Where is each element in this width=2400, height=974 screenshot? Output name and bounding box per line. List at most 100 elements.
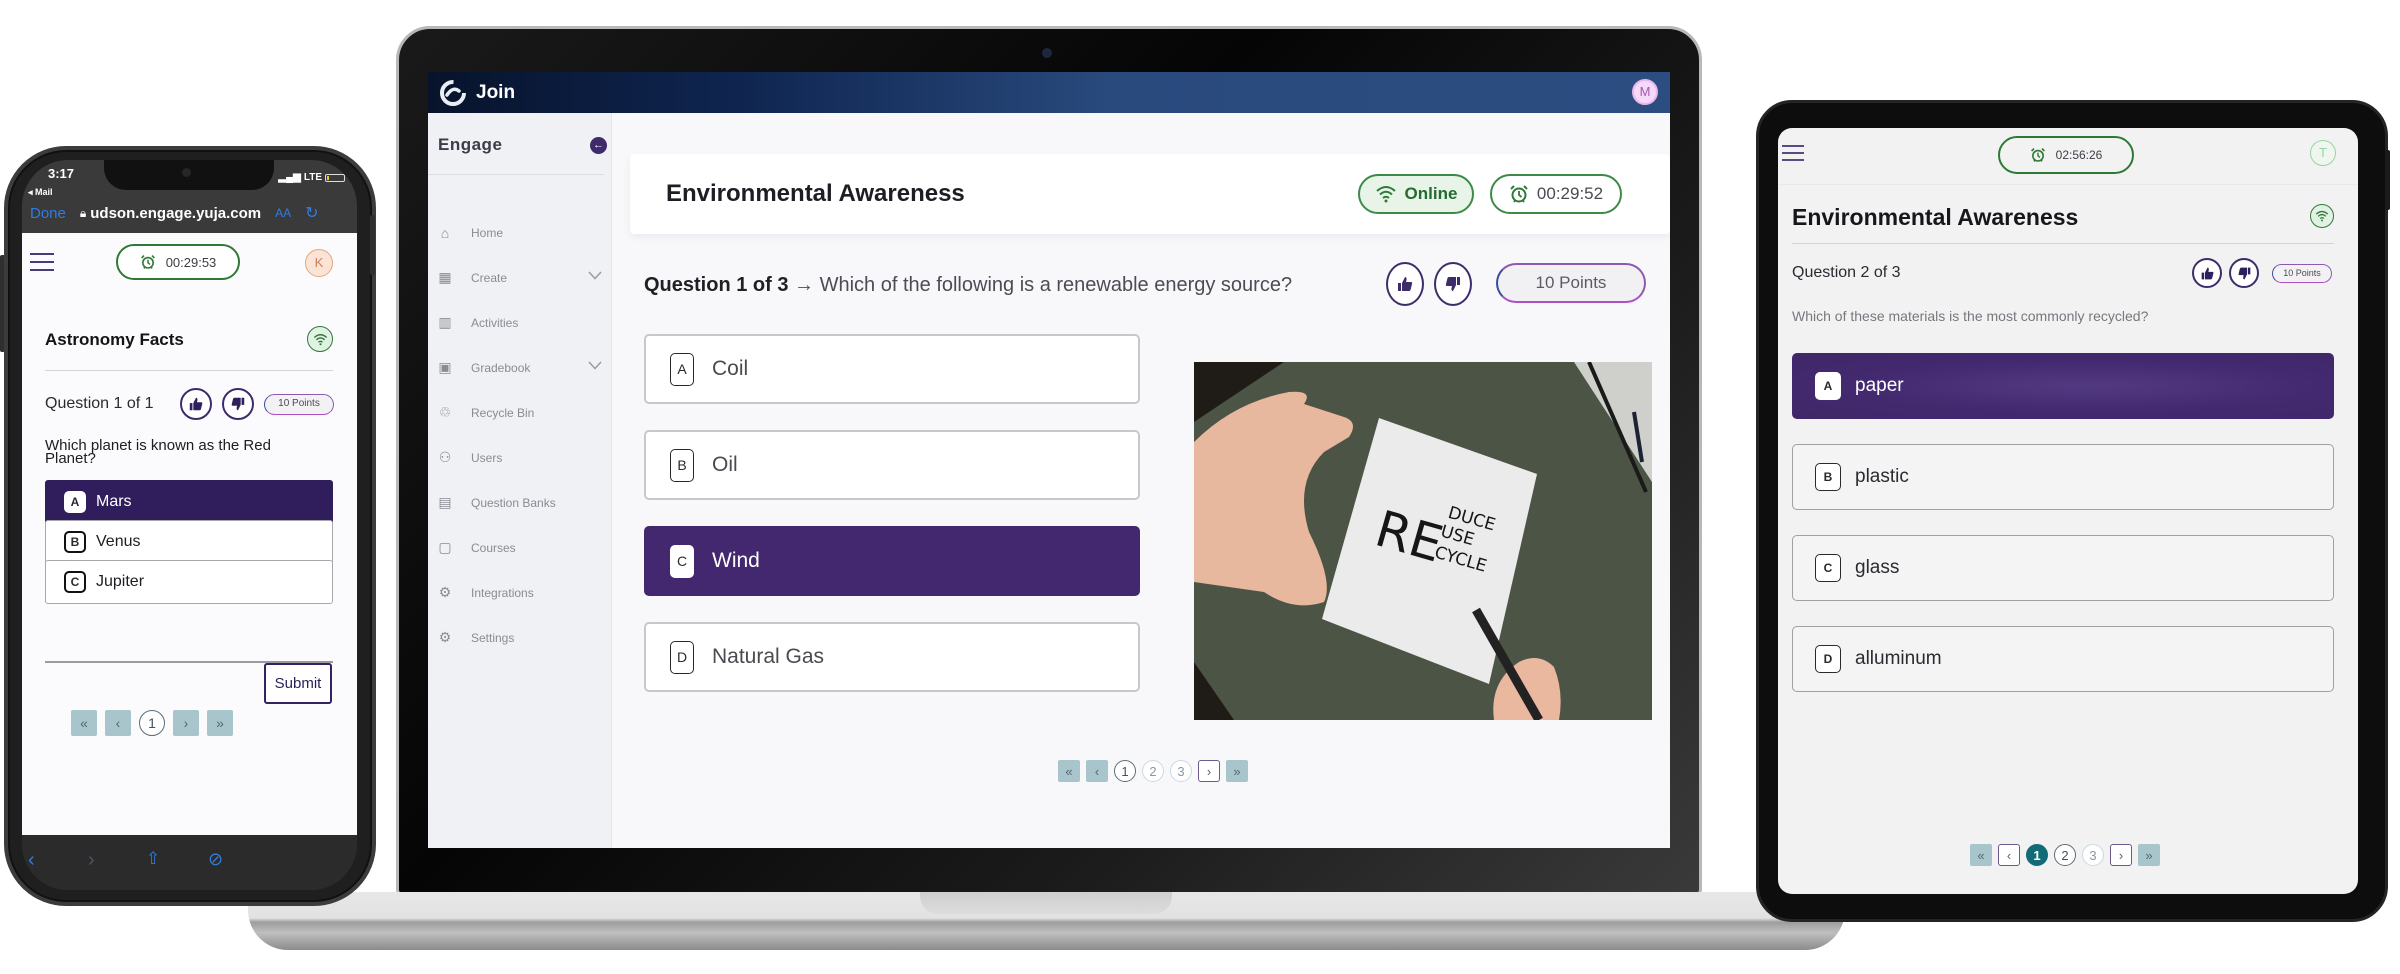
collapse-sidebar-button[interactable]: ←	[590, 137, 607, 154]
wifi-icon	[313, 333, 327, 345]
option-text: Jupiter	[96, 573, 145, 590]
sidebar-item-create[interactable]: ▦ Create	[428, 255, 612, 300]
last-page-button[interactable]: »	[207, 710, 233, 736]
answer-option-b[interactable]: Bplastic	[1792, 444, 2334, 510]
thumbs-down-button[interactable]	[222, 388, 254, 420]
settings-icon: ⚙	[438, 629, 452, 645]
status-indicators: ▂▄▆ LTE	[278, 172, 345, 183]
option-text: alluminum	[1855, 648, 1942, 669]
page-1-button[interactable]: 1	[139, 710, 165, 736]
option-letter-badge: A	[64, 491, 86, 513]
gradebook-icon: ▣	[438, 359, 452, 375]
sidebar-divider	[428, 174, 604, 175]
answer-option-c[interactable]: C Jupiter	[45, 560, 333, 604]
sidebar-item-integrations[interactable]: ⚙ Integrations	[428, 570, 612, 615]
alarm-clock-icon	[2030, 148, 2045, 162]
online-status-label: Online	[1404, 184, 1458, 203]
page-1-button[interactable]: 1	[1114, 760, 1136, 782]
user-avatar[interactable]: M	[1632, 79, 1658, 105]
first-page-button[interactable]: «	[1970, 844, 1992, 866]
question-number: Question 2 of 3	[1792, 264, 1901, 281]
answer-option-c[interactable]: C Wind	[644, 526, 1140, 596]
next-page-button[interactable]: ›	[173, 710, 199, 736]
thumbs-up-icon	[189, 397, 203, 411]
users-icon: ⚇	[438, 449, 452, 465]
answer-option-a[interactable]: Apaper	[1792, 353, 2334, 419]
sidebar-item-users[interactable]: ⚇ Users	[428, 435, 612, 480]
option-text: Mars	[96, 493, 132, 510]
thumbs-up-button[interactable]	[2192, 258, 2222, 288]
thumbs-up-button[interactable]	[180, 388, 212, 420]
page-3-button[interactable]: 3	[1170, 760, 1192, 782]
sidebar-item-activities[interactable]: ▥ Activities	[428, 300, 612, 345]
answer-option-d[interactable]: D Natural Gas	[644, 622, 1140, 692]
phone-screen: 3:17 ◂ Mail ▂▄▆ LTE Done 🔒︎ udson.engage…	[22, 160, 357, 890]
option-letter-badge: B	[64, 531, 86, 553]
reload-icon[interactable]: ↻	[305, 203, 318, 223]
sidebar-item-gradebook[interactable]: ▣ Gradebook	[428, 345, 612, 390]
thumbs-down-button[interactable]	[1434, 262, 1472, 306]
alarm-clock-icon	[1510, 185, 1528, 203]
join-logo-icon[interactable]	[438, 78, 468, 108]
bar-chart-icon: ▥	[438, 314, 452, 330]
answer-option-b[interactable]: B Oil	[644, 430, 1140, 500]
page-2-button[interactable]: 2	[1142, 760, 1164, 782]
header-divider	[1778, 184, 2358, 185]
last-page-button[interactable]: »	[1226, 760, 1248, 782]
back-to-mail-link[interactable]: ◂ Mail	[28, 187, 53, 198]
option-text: paper	[1855, 375, 1904, 396]
question-number: Question 1 of 3	[644, 274, 789, 296]
sidebar-item-home[interactable]: ⌂ Home	[428, 210, 612, 255]
courses-icon: ▢	[438, 539, 452, 555]
browser-forward-icon[interactable]: ›	[88, 849, 95, 872]
previous-page-button[interactable]: ‹	[105, 710, 131, 736]
thumbs-down-button[interactable]	[2229, 258, 2259, 288]
previous-page-button[interactable]: ‹	[1998, 844, 2020, 866]
page-2-button[interactable]: 2	[2054, 844, 2076, 866]
answer-option-a[interactable]: A Coil	[644, 334, 1140, 404]
page-1-button[interactable]: 1	[2026, 844, 2048, 866]
chevron-down-icon[interactable]	[588, 269, 602, 283]
text-size-button[interactable]: AA	[275, 206, 291, 220]
sidebar-item-settings[interactable]: ⚙ Settings	[428, 615, 612, 660]
thumbs-up-icon	[2201, 267, 2213, 279]
sidebar-item-courses[interactable]: ▢ Courses	[428, 525, 612, 570]
title-divider	[1792, 243, 2334, 244]
browser-back-icon[interactable]: ‹	[28, 849, 35, 872]
sidebar-nav: ⌂ Home ▦ Create ▥ Activities ▣ Gradebook ♲ Recycl…	[428, 210, 612, 660]
timer-value: 02:56:26	[2055, 148, 2103, 162]
first-page-button[interactable]: «	[1058, 760, 1080, 782]
timer-value: 00:29:52	[1536, 184, 1604, 203]
submit-button[interactable]: Submit	[264, 663, 332, 704]
thumbs-up-icon	[1398, 277, 1413, 291]
previous-page-button[interactable]: ‹	[1086, 760, 1108, 782]
answer-option-d[interactable]: Dalluminum	[1792, 626, 2334, 692]
answer-option-a[interactable]: A Mars	[45, 480, 333, 524]
hamburger-menu-icon[interactable]	[30, 253, 54, 277]
option-letter-badge: D	[670, 640, 694, 674]
sidebar-item-recycle-bin[interactable]: ♲ Recycle Bin	[428, 390, 612, 435]
laptop-camera	[1042, 48, 1052, 58]
answer-option-c[interactable]: Cglass	[1792, 535, 2334, 601]
hamburger-menu-icon[interactable]	[1782, 145, 1804, 166]
sidebar-item-question-banks[interactable]: ▤ Question Banks	[428, 480, 612, 525]
online-status-icon	[2310, 204, 2334, 228]
question-number: Question 1 of 1	[45, 395, 154, 412]
done-button[interactable]: Done	[30, 205, 66, 222]
compass-icon[interactable]: ⊘	[208, 849, 223, 870]
sidebar-title: Engage	[438, 135, 503, 154]
next-page-button[interactable]: ›	[1198, 760, 1220, 782]
option-letter-badge: B	[670, 448, 694, 482]
url-field[interactable]: udson.engage.yuja.com	[90, 205, 261, 222]
first-page-button[interactable]: «	[71, 710, 97, 736]
phone-power-button	[370, 215, 375, 275]
next-page-button[interactable]: ›	[2110, 844, 2132, 866]
thumbs-up-button[interactable]	[1386, 262, 1424, 306]
chevron-down-icon[interactable]	[588, 359, 602, 373]
share-icon[interactable]: ⇧	[146, 849, 160, 869]
answer-option-b[interactable]: B Venus	[45, 520, 333, 564]
page-3-button[interactable]: 3	[2082, 844, 2104, 866]
user-avatar[interactable]: T	[2310, 140, 2336, 166]
user-avatar[interactable]: K	[305, 249, 333, 277]
last-page-button[interactable]: »	[2138, 844, 2160, 866]
